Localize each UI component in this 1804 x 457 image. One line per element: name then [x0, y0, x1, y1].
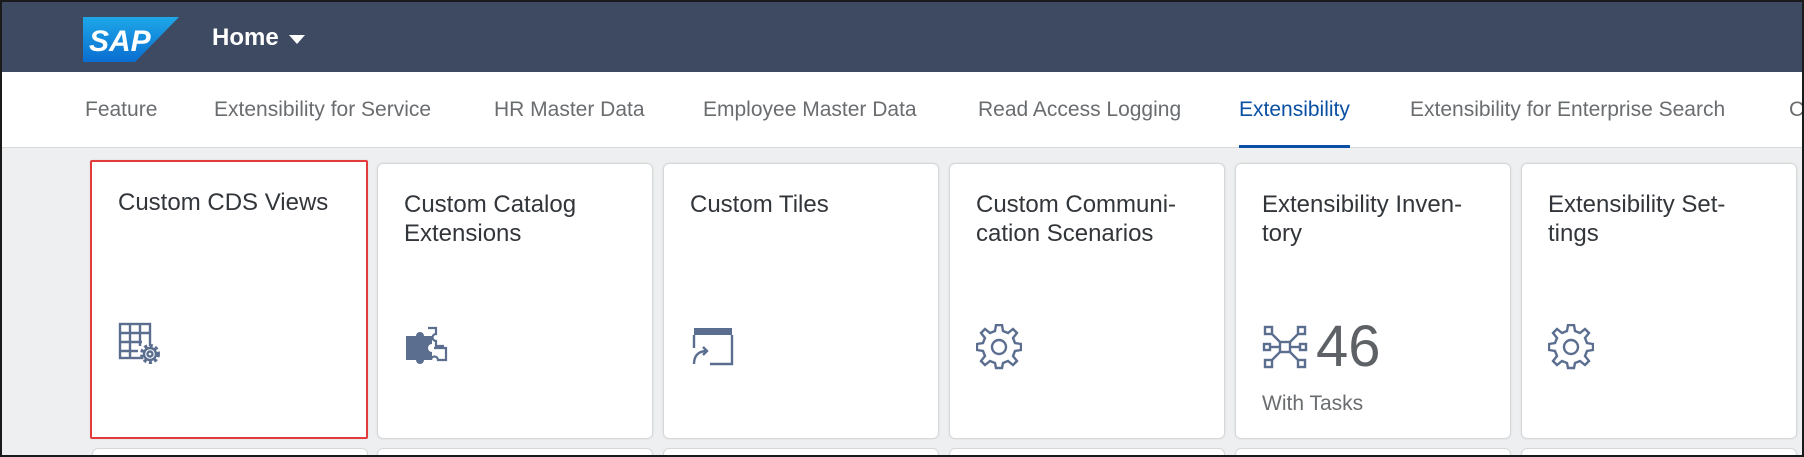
shell-header: SAP Home [2, 2, 1802, 72]
anchor-item-overflow[interactable]: C [1789, 72, 1802, 148]
tile-custom-communication-scenarios[interactable]: Custom Communi-cation Scenarios [949, 163, 1225, 439]
anchor-item-feature[interactable]: Feature [85, 72, 157, 148]
puzzle-icon [404, 324, 450, 370]
gear-icon [1548, 324, 1594, 370]
tile-row2-partial[interactable] [92, 448, 368, 455]
kpi-subtitle: With Tasks [1262, 392, 1364, 415]
tile-extensibility-settings[interactable]: Extensibility Set-tings [1521, 163, 1797, 439]
anchor-item-extensibility-for-service[interactable]: Extensibility for Service [214, 72, 431, 148]
anchor-item-employee-master-data[interactable]: Employee Master Data [703, 72, 917, 148]
tile-title: Custom Communi-cation Scenarios [976, 191, 1177, 247]
tile-title: Custom Catalog Extensions [404, 191, 577, 247]
anchor-item-hr-master-data[interactable]: HR Master Data [494, 72, 645, 148]
app-window: SAP Home Feature Extensibility for Servi… [0, 0, 1804, 457]
tile-custom-tiles[interactable]: Custom Tiles [663, 163, 939, 439]
grid-gear-icon [118, 322, 164, 368]
network-icon [1262, 324, 1308, 370]
anchor-item-read-access-logging[interactable]: Read Access Logging [978, 72, 1181, 148]
tile-row2-partial[interactable] [1521, 448, 1797, 455]
anchor-item-extensibility-for-enterprise-search[interactable]: Extensibility for Enterprise Search [1410, 72, 1725, 148]
tile-extensibility-inventory[interactable]: Extensibility Inven-tory 46 With Tasks [1235, 163, 1511, 439]
sap-logo[interactable]: SAP [83, 17, 179, 62]
caret-down-icon [288, 34, 305, 44]
tile-title: Custom CDS Views [118, 189, 329, 216]
gear-icon [976, 324, 1022, 370]
tile-title: Custom Tiles [690, 191, 829, 218]
tile-custom-cds-views[interactable]: Custom CDS Views [90, 160, 368, 439]
tile-title: Extensibility Inven-tory [1262, 191, 1463, 247]
tile-row2-partial[interactable] [949, 448, 1225, 455]
home-label: Home [212, 24, 279, 51]
tile-row2-partial[interactable] [663, 448, 939, 455]
tile-title: Extensibility Set-tings [1548, 191, 1726, 247]
anchor-navigation-bar: Feature Extensibility for Service HR Mas… [2, 72, 1802, 148]
tile-custom-catalog-extensions[interactable]: Custom Catalog Extensions [377, 163, 653, 439]
kpi-value: 46 [1316, 314, 1381, 379]
tile-row2-partial[interactable] [377, 448, 653, 455]
anchor-item-extensibility[interactable]: Extensibility [1239, 72, 1350, 148]
sap-logo-text: SAP [89, 25, 152, 58]
tile-add-icon [690, 324, 736, 370]
tile-row2-partial[interactable] [1235, 448, 1511, 455]
home-menu-button[interactable]: Home [212, 20, 305, 56]
